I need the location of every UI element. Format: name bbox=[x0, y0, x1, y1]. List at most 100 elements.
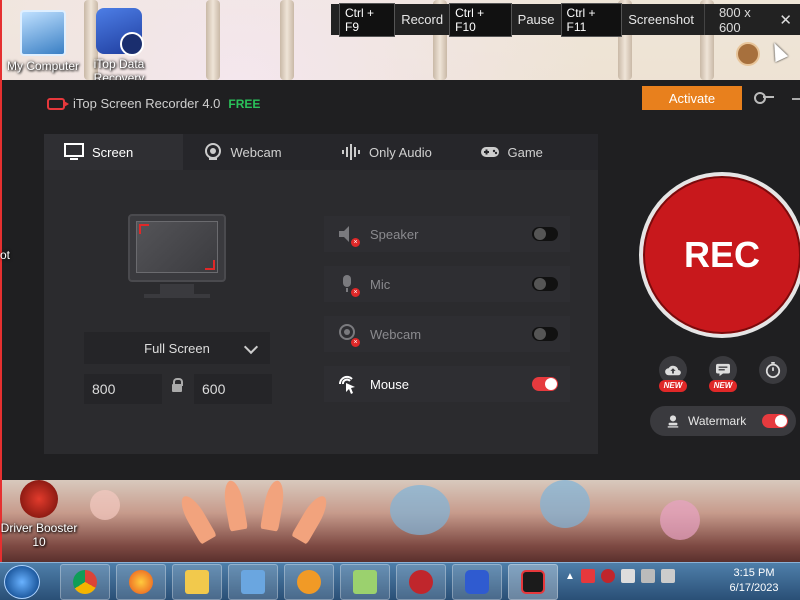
cloud-upload-icon bbox=[665, 365, 681, 376]
flag-icon[interactable] bbox=[620, 569, 635, 583]
wallpaper-figure bbox=[390, 485, 450, 535]
minimize-icon[interactable] bbox=[792, 98, 800, 100]
wallpaper-bubble bbox=[90, 490, 120, 520]
speaker-icon: × bbox=[336, 223, 360, 247]
tab-label: Only Audio bbox=[369, 144, 432, 160]
taskbar-explorer[interactable] bbox=[172, 564, 222, 600]
wallpaper-leaf bbox=[221, 480, 248, 532]
watermark-control: Watermark bbox=[650, 406, 796, 436]
pause-hotkey: Ctrl + F10 bbox=[449, 2, 512, 37]
taskbar-search[interactable] bbox=[284, 564, 334, 600]
capture-mode-select[interactable]: Full Screen bbox=[84, 332, 270, 364]
record-hotkey: Ctrl + F9 bbox=[339, 2, 396, 37]
height-input[interactable] bbox=[194, 374, 272, 404]
option-label: Webcam bbox=[370, 326, 422, 342]
disabled-badge-icon: × bbox=[351, 238, 360, 247]
width-input[interactable] bbox=[84, 374, 162, 404]
chrome-icon bbox=[73, 570, 97, 594]
start-button[interactable] bbox=[4, 565, 40, 599]
screen-preview[interactable] bbox=[128, 214, 226, 282]
clock-time: 3:15 PM bbox=[733, 567, 775, 579]
taskbar-app-red[interactable] bbox=[396, 564, 446, 600]
desktop-icon-my-computer[interactable]: My Computer bbox=[0, 10, 86, 73]
mic-toggle[interactable] bbox=[532, 277, 558, 291]
taskbar-itop-data-recovery[interactable] bbox=[452, 564, 502, 600]
itop-data-recovery-icon bbox=[96, 8, 144, 56]
mouse-click-icon bbox=[336, 373, 358, 395]
taskbar-chrome[interactable] bbox=[60, 564, 110, 600]
speaker-toggle[interactable] bbox=[532, 227, 558, 241]
activate-button[interactable]: Activate bbox=[642, 86, 742, 110]
tab-label: Game bbox=[507, 144, 543, 160]
timer-icon bbox=[765, 362, 781, 378]
desktop-icon-label: My Computer bbox=[6, 59, 80, 73]
tab-game[interactable]: Game bbox=[459, 134, 598, 170]
wallpaper-tree bbox=[206, 0, 220, 80]
volume-icon[interactable] bbox=[660, 569, 675, 583]
new-badge: NEW bbox=[659, 380, 687, 392]
close-icon[interactable]: ✕ bbox=[779, 11, 792, 29]
timer-button[interactable] bbox=[759, 356, 787, 384]
webcam-toggle[interactable] bbox=[532, 327, 558, 341]
desktop-icon-itop-data-recovery[interactable]: iTop Data Recovery bbox=[76, 8, 162, 80]
driver-booster-icon bbox=[20, 480, 58, 518]
system-tray: ▲ bbox=[565, 569, 675, 583]
key-icon[interactable] bbox=[754, 92, 774, 104]
tray-expand-icon[interactable]: ▲ bbox=[565, 571, 575, 582]
mouse-toggle[interactable] bbox=[532, 377, 558, 391]
recorder-logo-icon bbox=[47, 97, 69, 110]
selection-corner-icon bbox=[205, 260, 215, 270]
hotkey-divider bbox=[704, 4, 705, 35]
taskbar-notepad[interactable] bbox=[340, 564, 390, 600]
network-icon[interactable] bbox=[640, 569, 655, 583]
notepad-icon bbox=[353, 570, 377, 594]
clock-date: 6/17/2023 bbox=[729, 582, 779, 594]
pause-hotkey-label: Pause bbox=[517, 12, 555, 27]
watermark-label: Watermark bbox=[688, 414, 747, 428]
rec-button[interactable]: REC bbox=[639, 172, 800, 338]
option-label: Speaker bbox=[370, 226, 419, 242]
watermark-toggle[interactable] bbox=[762, 414, 788, 428]
option-webcam: × Webcam bbox=[324, 316, 570, 352]
recording-panel: Screen Webcam Only Audio Game Full Scree… bbox=[44, 134, 598, 454]
wallpaper-figure bbox=[540, 480, 590, 528]
webcam-icon: × bbox=[336, 323, 360, 347]
taskbar-itop-screen-recorder[interactable] bbox=[508, 564, 558, 600]
tab-webcam[interactable]: Webcam bbox=[182, 134, 321, 170]
chat-icon bbox=[716, 363, 730, 377]
disabled-badge-icon: × bbox=[351, 288, 360, 297]
mode-tabs: Screen Webcam Only Audio Game bbox=[44, 134, 598, 170]
hotkey-bar: Ctrl + F9 Record Ctrl + F10 Pause Ctrl +… bbox=[331, 2, 800, 37]
recording-dimensions: 800 x 600 bbox=[718, 4, 751, 35]
taskbar-control-panel[interactable] bbox=[228, 564, 278, 600]
recorder-logo-icon bbox=[521, 570, 545, 594]
search-icon bbox=[297, 570, 321, 594]
firefox-icon bbox=[129, 570, 153, 594]
option-label: Mic bbox=[370, 276, 391, 292]
taskbar-clock[interactable]: 3:15 PM 6/17/2023 bbox=[718, 566, 790, 596]
wallpaper-tree bbox=[280, 0, 294, 80]
capture-mode-value: Full Screen bbox=[144, 340, 210, 356]
option-speaker: × Speaker bbox=[324, 216, 570, 252]
tray-driver-booster-icon[interactable] bbox=[600, 569, 615, 583]
tab-screen[interactable]: Screen bbox=[44, 134, 183, 170]
lock-icon[interactable] bbox=[172, 378, 183, 392]
edition-badge: FREE bbox=[228, 96, 261, 111]
app-title: iTop Screen Recorder 4.0 bbox=[73, 96, 221, 111]
clipped-desktop-label: ot bbox=[0, 248, 11, 262]
monitor-stand-base bbox=[144, 294, 210, 298]
wallpaper-monkey bbox=[736, 42, 760, 66]
wallpaper-leaf bbox=[291, 492, 332, 545]
taskbar-firefox[interactable] bbox=[116, 564, 166, 600]
tab-only-audio[interactable]: Only Audio bbox=[321, 134, 460, 170]
computer-icon bbox=[20, 10, 66, 56]
monitor-icon bbox=[64, 143, 84, 160]
screen-preview-display bbox=[136, 221, 218, 273]
tab-label: Screen bbox=[92, 144, 134, 160]
tray-recorder-icon[interactable] bbox=[580, 569, 595, 583]
waveform-icon bbox=[342, 144, 360, 160]
desktop-icon-driver-booster[interactable]: Driver Booster 10 bbox=[0, 480, 82, 549]
option-label: Mouse bbox=[370, 376, 410, 392]
desktop-icon-label: iTop Data Recovery bbox=[93, 57, 145, 80]
user-stamp-icon bbox=[667, 415, 679, 428]
